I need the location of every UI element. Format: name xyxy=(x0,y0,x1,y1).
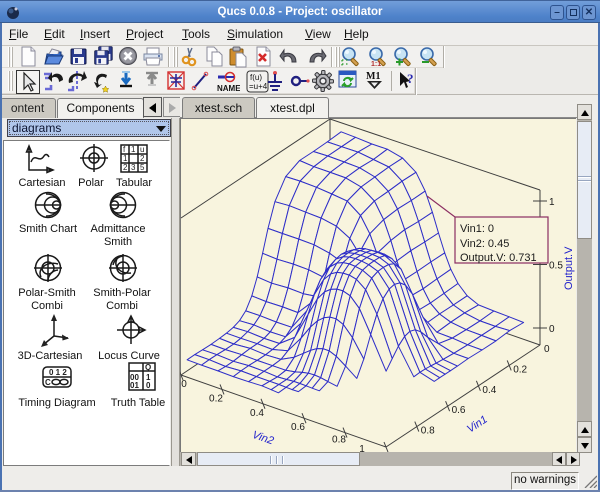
svg-text:1:1: 1:1 xyxy=(371,61,381,68)
svg-text:Vin2: 0.45: Vin2: 0.45 xyxy=(460,238,509,250)
svg-text:1: 1 xyxy=(131,145,136,154)
svg-text:2: 2 xyxy=(123,163,128,172)
svg-text:2: 2 xyxy=(140,154,145,163)
svg-text:Vin1: 0: Vin1: 0 xyxy=(460,223,494,235)
svg-text:M1: M1 xyxy=(366,71,380,82)
svg-text:f(u): f(u) xyxy=(250,73,262,82)
svg-text:0.4: 0.4 xyxy=(250,408,264,419)
svg-text:0.2: 0.2 xyxy=(513,364,527,375)
svg-text:0: 0 xyxy=(181,379,187,390)
svg-text:Q: Q xyxy=(145,363,151,372)
svg-text:0.6: 0.6 xyxy=(291,422,305,433)
svg-text:1: 1 xyxy=(549,197,555,208)
svg-text:Vin1: Vin1 xyxy=(465,413,490,435)
svg-text:0 1 2: 0 1 2 xyxy=(49,368,67,377)
svg-text:u: u xyxy=(140,145,144,154)
svg-text:f: f xyxy=(123,145,126,154)
svg-text:0: 0 xyxy=(544,344,550,355)
svg-text:?: ? xyxy=(407,71,414,86)
svg-text:NAME: NAME xyxy=(217,84,240,93)
svg-text:0.8: 0.8 xyxy=(332,435,346,446)
svg-text:1: 1 xyxy=(359,444,365,452)
svg-text:0.4: 0.4 xyxy=(482,385,496,396)
svg-text:0.5: 0.5 xyxy=(549,261,563,272)
svg-text:3: 3 xyxy=(131,163,136,172)
svg-text:0: 0 xyxy=(146,381,151,390)
svg-text:Output.V: 0.731: Output.V: 0.731 xyxy=(460,252,537,264)
svg-text:0.6: 0.6 xyxy=(452,405,466,416)
svg-text:5: 5 xyxy=(140,163,145,172)
svg-text:C: C xyxy=(45,378,51,387)
svg-text:0.2: 0.2 xyxy=(209,393,223,404)
svg-text:1: 1 xyxy=(123,154,128,163)
svg-text:0: 0 xyxy=(549,324,555,335)
svg-text:0.8: 0.8 xyxy=(421,426,435,437)
svg-text:Vin2: Vin2 xyxy=(251,429,276,447)
svg-text:01: 01 xyxy=(130,381,139,390)
svg-text:Output.V: Output.V xyxy=(563,246,575,290)
